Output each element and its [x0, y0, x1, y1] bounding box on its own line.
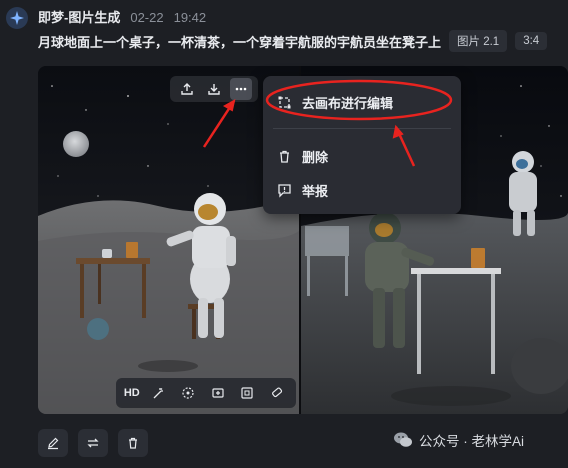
app-avatar	[6, 7, 28, 29]
ratio-tag[interactable]: 3:4	[515, 32, 548, 50]
delete-button[interactable]	[118, 429, 148, 457]
app-logo-icon	[10, 11, 24, 25]
regenerate-icon	[87, 438, 99, 448]
regenerate-button[interactable]	[78, 429, 108, 457]
message-date: 02-22	[130, 10, 164, 25]
prompt-text: 月球地面上一个桌子，一杯清茶，一个穿着宇航服的宇航员坐在凳子上	[38, 34, 442, 50]
menu-item-report[interactable]: 举报	[277, 181, 328, 200]
wechat-icon	[394, 432, 412, 447]
download-icon[interactable]	[203, 78, 225, 100]
menu-item-canvas-edit[interactable]: 去画布进行编辑	[277, 93, 393, 112]
model-tag[interactable]: 图片 2.1	[449, 30, 508, 52]
more-icon[interactable]	[229, 78, 252, 100]
menu-divider	[273, 128, 451, 129]
edit-button[interactable]	[38, 429, 68, 457]
edit-icon	[48, 437, 59, 450]
expand-image-icon[interactable]	[207, 382, 229, 404]
menu-item-delete[interactable]: 删除	[277, 147, 328, 166]
watermark: 公众号 · 老林学Ai	[393, 430, 524, 450]
trash-icon	[280, 150, 289, 163]
menu-item-label: 举报	[302, 184, 329, 199]
image-edit-toolbar: HD	[116, 378, 296, 408]
app-name: 即梦-图片生成	[38, 10, 121, 25]
upload-icon[interactable]	[176, 78, 198, 100]
magic-wand-icon[interactable]	[147, 382, 169, 404]
delete-icon	[129, 437, 137, 449]
menu-item-label: 删除	[302, 150, 329, 165]
hd-button[interactable]: HD	[124, 387, 140, 399]
more-options-menu: 去画布进行编辑 删除 举报	[263, 76, 461, 214]
message-time: 19:42	[173, 10, 207, 25]
message-header: 即梦-图片生成 02-22 19:42	[38, 7, 206, 26]
report-icon	[278, 184, 291, 198]
menu-item-label: 去画布进行编辑	[302, 96, 394, 111]
watermark-text: 公众号 · 老林学Ai	[419, 434, 525, 449]
fullscreen-icon[interactable]	[236, 382, 258, 404]
prompt-row: 月球地面上一个桌子，一杯清茶，一个穿着宇航服的宇航员坐在凳子上 图片 2.1 3…	[38, 30, 548, 52]
eraser-icon[interactable]	[266, 382, 288, 404]
generated-image-1[interactable]	[38, 66, 299, 414]
canvas-edit-icon	[278, 96, 291, 109]
paint-swirl-icon[interactable]	[177, 382, 199, 404]
image-toolbar	[170, 76, 258, 102]
